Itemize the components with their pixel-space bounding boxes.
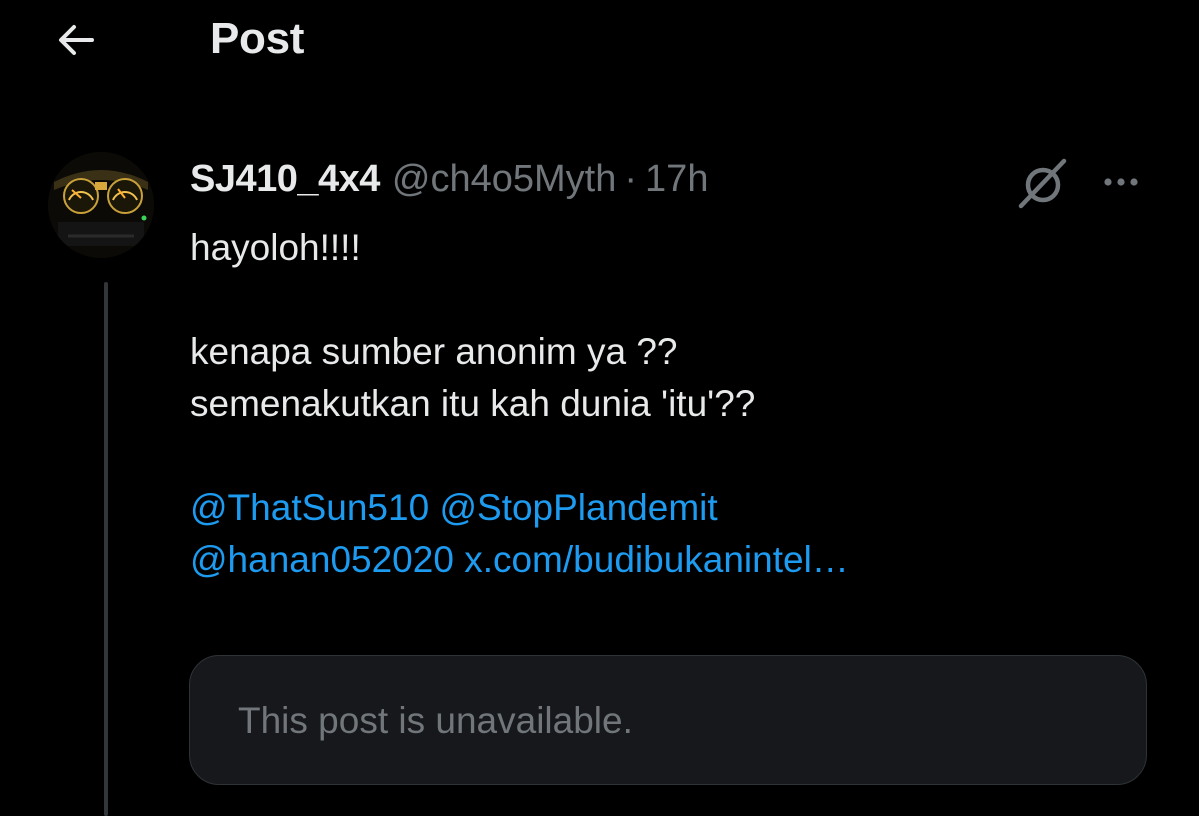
- page-title: Post: [210, 14, 305, 63]
- arrow-left-icon: [59, 25, 94, 55]
- thread-line: [104, 282, 108, 816]
- display-name[interactable]: SJ410_4x4: [190, 158, 380, 201]
- mention-link[interactable]: @StopPlandemit: [439, 487, 717, 528]
- mention-link[interactable]: @hanan052020: [190, 539, 454, 580]
- post-text-line: kenapa sumber anonim ya ??: [190, 331, 678, 372]
- dashboard-gauge-avatar: [48, 152, 154, 258]
- avatar[interactable]: [48, 152, 154, 258]
- separator-dot: ·: [624, 158, 638, 200]
- grok-icon: [1018, 158, 1067, 209]
- user-handle[interactable]: @ch4o5Myth: [392, 158, 616, 201]
- mention-link[interactable]: @ThatSun510: [190, 487, 429, 528]
- back-button[interactable]: [48, 16, 104, 64]
- grok-button[interactable]: [1016, 156, 1072, 212]
- post-text: hayoloh!!!! kenapa sumber anonim ya ?? s…: [190, 222, 1140, 586]
- top-bar: Post: [0, 0, 1199, 82]
- post-text-line: hayoloh!!!!: [190, 227, 361, 268]
- more-button[interactable]: [1096, 160, 1148, 204]
- post-header: SJ410_4x4 @ch4o5Myth · 17h: [190, 158, 708, 204]
- post-text-line: semenakutkan itu kah dunia 'itu'??: [190, 383, 756, 424]
- more-dots-icon: [1104, 178, 1138, 186]
- post-timestamp[interactable]: 17h: [645, 158, 708, 201]
- quoted-post-card[interactable]: This post is unavailable.: [189, 655, 1147, 785]
- unavailable-notice: This post is unavailable.: [238, 700, 633, 741]
- url-link[interactable]: x.com/budibukanintel…: [464, 539, 849, 580]
